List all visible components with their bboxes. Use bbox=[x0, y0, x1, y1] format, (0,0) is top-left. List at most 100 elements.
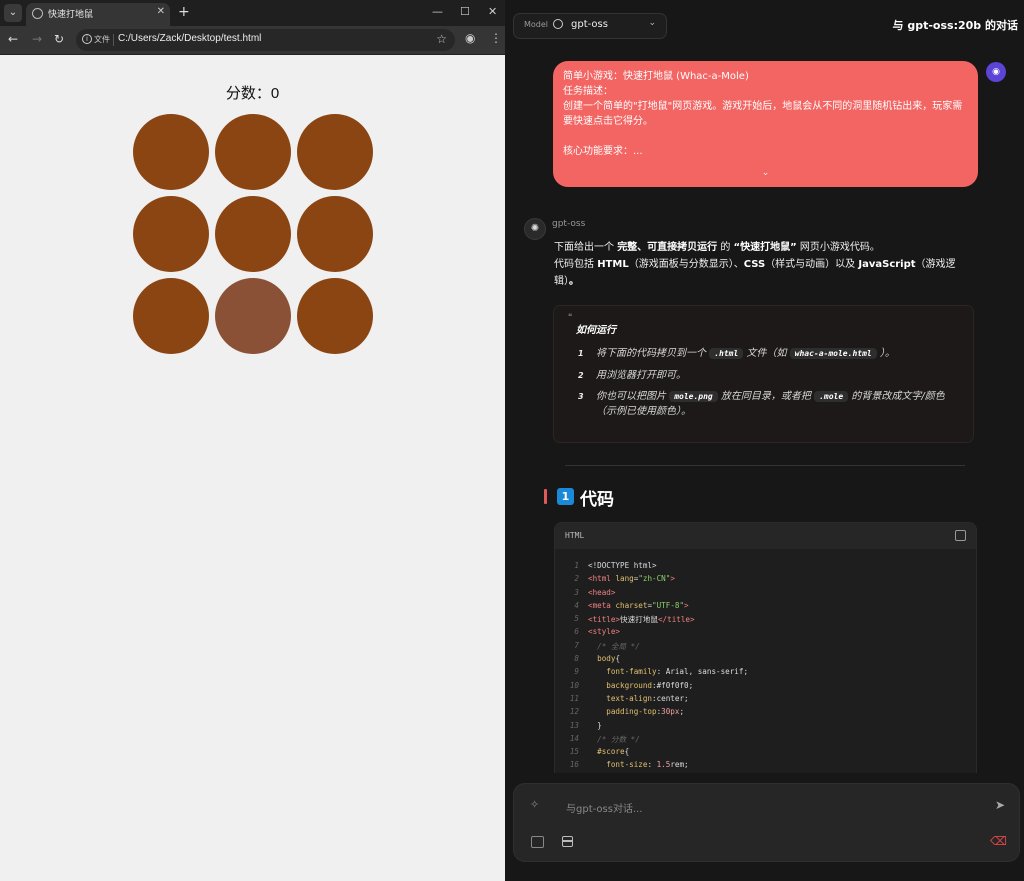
mole-hole[interactable] bbox=[297, 114, 373, 190]
code-line: 2 <html lang="zh-CN"> bbox=[555, 574, 976, 587]
code-text: background:#f0f0f0; bbox=[588, 681, 693, 690]
mole-hole[interactable] bbox=[215, 196, 291, 272]
mole-hole[interactable] bbox=[297, 196, 373, 272]
code-text: font-size: 1.5rem; bbox=[588, 760, 688, 769]
menu-dots-icon[interactable]: ⋮ bbox=[490, 31, 502, 45]
minimize-icon[interactable]: — bbox=[432, 5, 443, 18]
tab-bar: ⌄ 快速打地鼠 ✕ + — ☐ ✕ bbox=[0, 0, 505, 26]
step-1: 1 将下面的代码拷贝到一个 .html 文件（如 whac-a-mole.htm… bbox=[578, 346, 958, 361]
mole-hole[interactable] bbox=[297, 278, 373, 354]
eraser-icon[interactable]: ⌫ bbox=[990, 834, 1007, 848]
inline-code: whac-a-mole.html bbox=[789, 348, 877, 359]
line-number: 4 bbox=[574, 600, 579, 610]
line-number: 8 bbox=[574, 654, 579, 664]
code-token: <html bbox=[588, 574, 616, 584]
browser-tab[interactable]: 快速打地鼠 ✕ bbox=[26, 3, 170, 26]
divider bbox=[565, 465, 965, 466]
code-text: body{ bbox=[588, 654, 620, 663]
line-number: 11 bbox=[569, 693, 579, 703]
intro-text: （游戏面板与分数显示）、 bbox=[628, 259, 744, 270]
code-token: <title> bbox=[588, 615, 621, 625]
code-text: <meta charset="UTF-8"> bbox=[588, 601, 689, 610]
user-message: 简单小游戏：快速打地鼠 (Whac-a-Mole) 任务描述： 创建一个简单的"… bbox=[553, 61, 978, 187]
divider bbox=[113, 34, 114, 46]
mole-hole[interactable] bbox=[133, 196, 209, 272]
code-token: <style> bbox=[588, 627, 621, 637]
info-icon[interactable]: i bbox=[82, 34, 92, 44]
sparkle-icon[interactable]: ✧ bbox=[530, 798, 539, 811]
code-token: { bbox=[615, 654, 621, 664]
code-text: } bbox=[588, 721, 602, 730]
send-icon[interactable]: ➤ bbox=[995, 798, 1005, 812]
mole-hole-active[interactable] bbox=[215, 278, 291, 354]
close-tab-icon[interactable]: ✕ bbox=[157, 6, 165, 17]
code-token: } bbox=[588, 720, 602, 730]
model-selector[interactable]: Model gpt-oss ⌄ bbox=[513, 13, 667, 39]
line-number: 14 bbox=[569, 733, 579, 743]
code-line: 5 <title>快速打地鼠</title> bbox=[555, 614, 976, 627]
code-token: <head> bbox=[588, 587, 616, 597]
intro-text: 代码包括 bbox=[554, 259, 598, 270]
number-badge: 1 bbox=[557, 488, 574, 505]
step-number: 1 bbox=[578, 349, 584, 358]
code-line: 3 <head> bbox=[555, 588, 976, 601]
intro-text: 的 bbox=[717, 242, 734, 253]
image-upload-icon[interactable] bbox=[531, 836, 544, 848]
mole-hole[interactable] bbox=[133, 114, 209, 190]
message-list[interactable]: ◉ 简单小游戏：快速打地鼠 (Whac-a-Mole) 任务描述： 创建一个简单… bbox=[505, 48, 1024, 773]
chat-panel: Model gpt-oss ⌄ 与 gpt-oss:20b 的对话 ◉ 简单小游… bbox=[505, 0, 1024, 881]
code-text: /* 全局 */ bbox=[588, 641, 640, 652]
new-tab-button[interactable]: + bbox=[178, 4, 190, 20]
code-lines: 1 <!DOCTYPE html> 2 <html lang="zh-CN"> 3 <he… bbox=[555, 561, 976, 773]
intro-line-2: 代码包括 HTML（游戏面板与分数显示）、CSS（样式与动画）以及 JavaSc… bbox=[554, 256, 972, 290]
code-text: <html lang="zh-CN"> bbox=[588, 574, 675, 583]
line-number: 16 bbox=[569, 760, 579, 770]
intro-bold: HTML bbox=[597, 259, 629, 270]
code-line: 15 #score{ bbox=[555, 747, 976, 760]
code-token: : Arial, sans-serif; bbox=[656, 667, 749, 677]
close-window-icon[interactable]: ✕ bbox=[488, 5, 497, 18]
forward-icon[interactable]: → bbox=[32, 32, 42, 46]
openai-logo-icon bbox=[553, 19, 563, 29]
step-text-part: ）。 bbox=[876, 348, 895, 359]
bookmark-star-icon[interactable]: ☆ bbox=[436, 32, 447, 46]
intro-line-1: 下面给出一个 完整、可直接拷贝运行 的 “快速打地鼠” 网页小游戏代码。 bbox=[554, 239, 972, 256]
intro-bold: 。 bbox=[569, 276, 579, 287]
globe-icon bbox=[32, 8, 43, 19]
code-text: <title>快速打地鼠</title> bbox=[588, 614, 695, 625]
copy-icon[interactable] bbox=[955, 530, 966, 541]
chat-input[interactable]: 与gpt-oss对话... bbox=[566, 800, 642, 815]
mole-hole[interactable] bbox=[215, 114, 291, 190]
game-board bbox=[133, 114, 375, 354]
code-line: 16 font-size: 1.5rem; bbox=[555, 760, 976, 773]
mole-hole[interactable] bbox=[133, 278, 209, 354]
maximize-icon[interactable]: ☐ bbox=[460, 5, 470, 18]
expand-chevron-icon[interactable]: ⌄ bbox=[553, 166, 978, 181]
code-token: 30px bbox=[661, 707, 680, 717]
url-text[interactable]: C:/Users/Zack/Desktop/test.html bbox=[118, 33, 261, 44]
line-number: 5 bbox=[574, 614, 579, 624]
code-text: <style> bbox=[588, 627, 620, 636]
line-number: 6 bbox=[574, 627, 579, 637]
profile-icon[interactable]: ◉ bbox=[465, 31, 475, 45]
user-message-text: 简单小游戏：快速打地鼠 (Whac-a-Mole) 任务描述： 创建一个简单的"… bbox=[563, 71, 963, 157]
line-number: 3 bbox=[574, 587, 579, 597]
layout-icon[interactable] bbox=[562, 836, 573, 847]
back-icon[interactable]: ← bbox=[8, 32, 18, 46]
code-token: { bbox=[624, 747, 630, 757]
intro-text: 网页小游戏代码。 bbox=[796, 242, 880, 253]
step-text-part: 放在同目录，或者把 bbox=[717, 391, 815, 402]
chat-input-box: ✧ 与gpt-oss对话... ➤ ⌫ bbox=[513, 783, 1020, 862]
heading-accent-bar bbox=[544, 489, 547, 504]
code-token: background bbox=[588, 680, 653, 690]
step-number: 3 bbox=[578, 392, 584, 401]
reload-icon[interactable]: ↻ bbox=[54, 32, 64, 46]
line-number: 2 bbox=[574, 574, 579, 584]
code-token: /* 全局 */ bbox=[588, 641, 640, 651]
browser-toolbar: ← → ↻ i 文件 C:/Users/Zack/Desktop/test.ht… bbox=[0, 26, 505, 55]
tab-search-chevron-icon[interactable]: ⌄ bbox=[4, 4, 22, 22]
line-number: 12 bbox=[569, 707, 579, 717]
address-bar[interactable]: i 文件 C:/Users/Zack/Desktop/test.html ☆ bbox=[76, 29, 455, 51]
tab-title: 快速打地鼠 bbox=[48, 10, 94, 20]
code-token: <meta bbox=[588, 600, 616, 610]
